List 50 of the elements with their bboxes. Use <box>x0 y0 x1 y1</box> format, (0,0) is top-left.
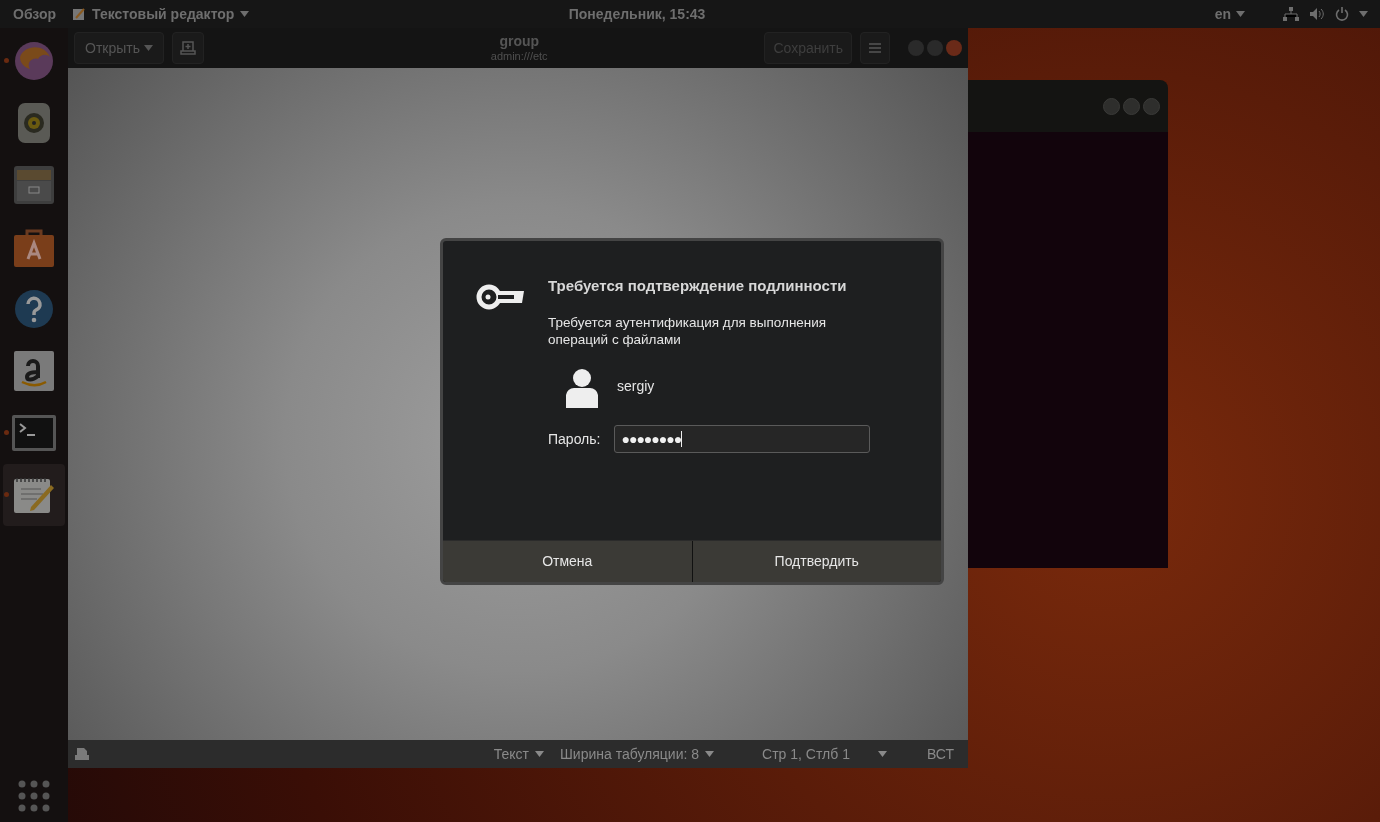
globe-fox-icon <box>12 39 56 83</box>
system-menu[interactable] <box>1283 7 1368 21</box>
clock[interactable]: Понедельник, 15:43 <box>568 3 706 25</box>
menu-button[interactable] <box>860 32 890 64</box>
dialog-title: Требуется подтверждение подлинности <box>548 275 848 296</box>
caret-icon <box>144 45 153 51</box>
caret-icon <box>1236 11 1245 17</box>
maximize-button[interactable] <box>1123 97 1140 115</box>
power-icon <box>1335 7 1349 21</box>
close-button[interactable] <box>1143 97 1160 115</box>
caret-icon <box>877 751 887 757</box>
window-title: group <box>499 34 540 48</box>
password-field[interactable]: ●●●●●●●● <box>614 425 871 453</box>
file-cabinet-icon <box>13 164 55 206</box>
caret-icon <box>535 751 544 757</box>
new-document-icon <box>180 41 196 55</box>
close-button[interactable] <box>946 40 962 56</box>
letter-a-logo-icon <box>13 350 55 392</box>
keyboard-layout-menu[interactable]: en <box>1214 3 1245 25</box>
window-subtitle: admin:///etc <box>490 51 548 62</box>
language-menu[interactable]: Текст <box>493 743 544 765</box>
open-button[interactable]: Открыть <box>74 32 164 64</box>
network-icon <box>1283 7 1299 21</box>
notepad-icon <box>72 7 87 21</box>
dialog-message: Требуется аутентификация для выполнения операций с файлами <box>548 314 828 348</box>
menu-icon <box>869 43 881 53</box>
password-label: Пароль: <box>548 429 601 449</box>
caret-icon <box>240 11 250 17</box>
caret-icon <box>1359 11 1368 17</box>
app-menu[interactable]: Текстовый редактор <box>72 3 250 25</box>
minimize-button[interactable] <box>1103 97 1120 115</box>
new-tab-button[interactable] <box>172 32 204 64</box>
printer-icon <box>74 747 90 761</box>
help-icon <box>14 289 54 329</box>
notepad-pencil-icon <box>11 475 57 515</box>
volume-icon <box>1309 7 1325 21</box>
text-area[interactable]: Требуется подтверждение подлинности Требуется аутентификация для выполнения операций с файлами sergiy Пароль: ●●●●●●●● Отмена Подтвердить <box>68 68 968 740</box>
confirm-button[interactable]: Подтвердить <box>691 540 941 582</box>
app-grid-icon <box>18 780 50 812</box>
insert-mode: ВСТ <box>926 744 954 764</box>
user-avatar-icon <box>566 368 598 408</box>
user-name: sergiy <box>617 376 655 396</box>
dock-item[interactable] <box>3 464 65 526</box>
cursor-position-menu[interactable]: Стр 1, Стлб 1 <box>762 743 887 765</box>
speaker-icon <box>16 101 52 145</box>
terminal-icon <box>11 414 57 452</box>
activities-button[interactable]: Обзор <box>0 3 73 25</box>
cancel-button[interactable]: Отмена <box>443 540 692 582</box>
tab-width-menu[interactable]: Ширина табуляции: 8 <box>560 743 715 765</box>
caret-icon <box>705 751 715 757</box>
